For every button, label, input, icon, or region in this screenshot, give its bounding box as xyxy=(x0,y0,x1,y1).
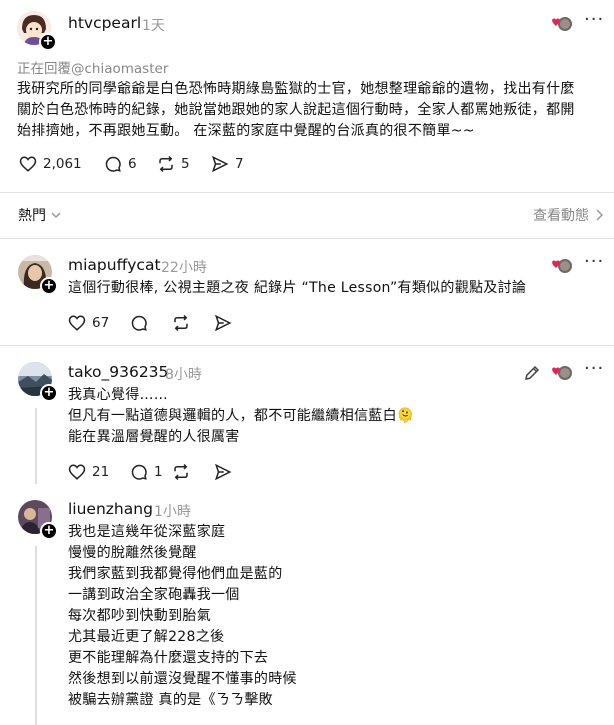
liked-avatars-icon[interactable] xyxy=(550,256,572,278)
reply-username[interactable]: liuenzhang xyxy=(68,500,153,518)
more-icon[interactable]: ··· xyxy=(584,251,604,272)
sort-label: 熱門 xyxy=(18,208,46,224)
share-icon xyxy=(214,314,232,332)
like-count: 67 xyxy=(92,315,110,331)
reply-text-line: 我真心覺得…… xyxy=(68,387,169,403)
avatar-htvcpearl[interactable]: + xyxy=(17,11,57,51)
like-button[interactable]: 2,061 xyxy=(19,155,82,173)
like-button[interactable]: 67 xyxy=(68,314,109,332)
share-count: 7 xyxy=(235,156,244,172)
reply-time: 1小時 xyxy=(154,504,191,520)
share-button[interactable]: 7 xyxy=(211,155,244,173)
heart-icon xyxy=(19,156,37,172)
reply-text: 我真心覺得…… 但凡有一點道德與邏輯的人，都不可能繼續相信藍白🫠 能在異溫層覺醒… xyxy=(68,385,598,448)
post-text-line: 關於白色恐怖時的紀錄，她說當她跟她的家人說起這個行動時，全家人都罵她叛徒，都開 xyxy=(17,102,575,118)
heart-icon xyxy=(68,464,86,480)
share-button[interactable] xyxy=(214,463,232,481)
reply-text-line: 一講到政治全家砲轟我一個 xyxy=(68,587,240,603)
follow-plus-icon[interactable]: + xyxy=(40,522,58,540)
comment-button[interactable] xyxy=(130,314,148,332)
liked-avatars-icon[interactable] xyxy=(550,14,572,36)
view-activity-label: 查看動態 xyxy=(533,208,589,224)
share-icon xyxy=(211,155,229,173)
follow-plus-icon[interactable]: + xyxy=(40,277,58,295)
reply-text-line: 慢慢的脫離然後覺醒 xyxy=(68,545,197,561)
more-icon[interactable]: ··· xyxy=(584,358,604,379)
reply-username[interactable]: miapuffycat xyxy=(68,256,161,274)
like-count: 21 xyxy=(92,464,110,480)
comment-icon xyxy=(131,464,147,480)
reply-username[interactable]: tako_936235 xyxy=(68,363,168,381)
reply-text-line: 更不能理解為什麼還支持的下去 xyxy=(68,650,269,666)
follow-plus-icon[interactable]: + xyxy=(40,384,58,402)
more-icon[interactable]: ··· xyxy=(584,9,604,30)
post-text-line: 始排擠她，不再跟她互動。 在深藍的家庭中覺醒的台派真的很不簡單~~ xyxy=(17,123,475,139)
reply-text-line: 然後想到以前還沒覺醒不懂事的時候 xyxy=(68,671,297,687)
view-activity-link[interactable]: 查看動態 xyxy=(533,205,603,225)
repost-icon xyxy=(174,314,188,332)
thread-line xyxy=(35,408,37,484)
follow-plus-icon[interactable]: + xyxy=(39,33,57,51)
repost-icon xyxy=(174,463,188,481)
post-text-line: 我研究所的同學爺爺是白色恐怖時期綠島監獄的士官，她想整理爺爺的遺物，找出有什麼 xyxy=(17,81,575,97)
edit-icon[interactable] xyxy=(523,364,541,382)
chevron-right-icon xyxy=(596,209,603,221)
post-text: 我研究所的同學爺爺是白色恐怖時期綠島監獄的士官，她想整理爺爺的遺物，找出有什麼 … xyxy=(17,79,607,142)
repost-icon xyxy=(159,155,173,173)
reply-to-label[interactable]: 正在回覆@chiaomaster xyxy=(17,57,168,77)
reply-text-line: 這個行動很棒, 公視主題之夜 紀錄片 “The Lesson”有類似的觀點及討論 xyxy=(68,280,527,296)
reply-time: 22小時 xyxy=(161,260,207,276)
reply-text-line: 但凡有一點道德與邏輯的人，都不可能繼續相信藍白🫠 xyxy=(68,408,415,424)
repost-count: 5 xyxy=(181,156,190,172)
comment-button[interactable]: 1 xyxy=(130,463,163,481)
avatar-tako_936235[interactable]: + xyxy=(18,362,58,402)
share-button[interactable] xyxy=(214,314,232,332)
reply-text-line: 我也是這幾年從深藍家庭 xyxy=(68,524,226,540)
repost-button[interactable] xyxy=(172,314,190,332)
reply-text: 我也是這幾年從深藍家庭 慢慢的脫離然後覺醒 我們家藍到我都覺得他們血是藍的 一講… xyxy=(68,522,598,711)
reply-text-line: 我們家藍到我都覺得他們血是藍的 xyxy=(68,566,283,582)
like-count: 2,061 xyxy=(43,156,82,172)
share-icon xyxy=(214,463,232,481)
reply-text: 這個行動很棒, 公視主題之夜 紀錄片 “The Lesson”有類似的觀點及討論 xyxy=(68,278,598,299)
reply-time: 8小時 xyxy=(165,367,202,383)
sort-dropdown[interactable]: 熱門 xyxy=(18,205,62,225)
reply-text-line: 能在異溫層覺醒的人很厲害 xyxy=(68,429,240,445)
comment-count: 6 xyxy=(128,156,137,172)
reply-text-line: 每次都吵到快動到胎氣 xyxy=(68,608,211,624)
post-username[interactable]: htvcpearl xyxy=(68,14,141,32)
liked-avatars-icon[interactable] xyxy=(550,363,572,385)
repost-button[interactable]: 5 xyxy=(157,155,190,173)
avatar-miapuffycat[interactable]: + xyxy=(18,255,58,295)
thread-line xyxy=(35,546,37,725)
like-button[interactable]: 21 xyxy=(68,463,109,481)
repost-button[interactable] xyxy=(172,463,190,481)
divider xyxy=(0,345,614,346)
comment-icon xyxy=(131,315,147,331)
comment-icon xyxy=(105,156,121,172)
divider xyxy=(0,238,614,239)
post-time: 1天 xyxy=(142,18,165,34)
reply-text-line: 尤其最近更了解228之後 xyxy=(68,629,225,645)
chevron-down-icon xyxy=(51,212,61,219)
avatar-liuenzhang[interactable]: + xyxy=(18,500,58,540)
heart-icon xyxy=(68,315,86,331)
comment-button[interactable]: 6 xyxy=(104,155,137,173)
reply-text-line: 被騙去辦黨證 真的是《ㄋㄋ擊敗 xyxy=(68,692,273,708)
comment-count: 1 xyxy=(154,464,163,480)
divider xyxy=(0,192,614,193)
